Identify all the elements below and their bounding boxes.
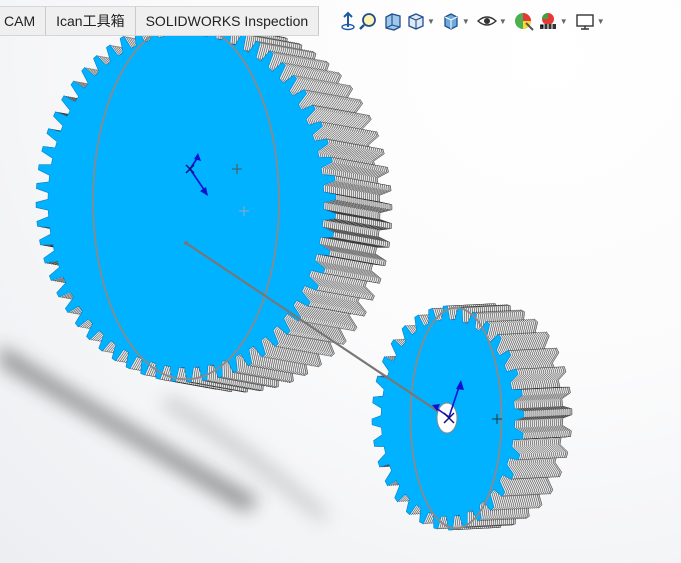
small-gear[interactable] bbox=[371, 303, 573, 531]
graphics-area[interactable]: CAM Ican工具箱 SOLIDWORKS Inspection ▼ ▼ ▼ bbox=[0, 0, 681, 563]
chevron-down-icon[interactable]: ▼ bbox=[560, 17, 568, 26]
tab-cam[interactable]: CAM bbox=[0, 7, 47, 35]
display-style-icon[interactable]: ▼ bbox=[406, 9, 439, 33]
command-manager-tabs: CAM Ican工具箱 SOLIDWORKS Inspection bbox=[0, 6, 320, 36]
tab-ican-toolbox[interactable]: Ican工具箱 bbox=[46, 7, 136, 35]
view-settings-icon[interactable]: ▼ bbox=[574, 9, 609, 33]
large-gear[interactable] bbox=[35, 19, 393, 393]
gear-scene[interactable] bbox=[0, 0, 681, 563]
chevron-down-icon[interactable]: ▼ bbox=[597, 17, 605, 26]
heads-up-view-toolbar: ▼ ▼ ▼ ▼ ▼ bbox=[340, 8, 609, 34]
chevron-down-icon[interactable]: ▼ bbox=[462, 17, 470, 26]
section-view-icon[interactable] bbox=[382, 9, 404, 33]
zoom-to-area-icon[interactable] bbox=[358, 9, 380, 33]
view-orientation-icon[interactable] bbox=[340, 9, 356, 33]
tab-solidworks-inspection[interactable]: SOLIDWORKS Inspection bbox=[135, 7, 320, 35]
apply-scene-icon[interactable]: ▼ bbox=[537, 9, 572, 33]
hide-show-items-icon[interactable]: ▼ bbox=[476, 9, 511, 33]
edit-appearance-icon[interactable] bbox=[513, 9, 535, 33]
chevron-down-icon[interactable]: ▼ bbox=[427, 17, 435, 26]
view-cube-icon[interactable]: ▼ bbox=[441, 9, 474, 33]
chevron-down-icon[interactable]: ▼ bbox=[499, 17, 507, 26]
